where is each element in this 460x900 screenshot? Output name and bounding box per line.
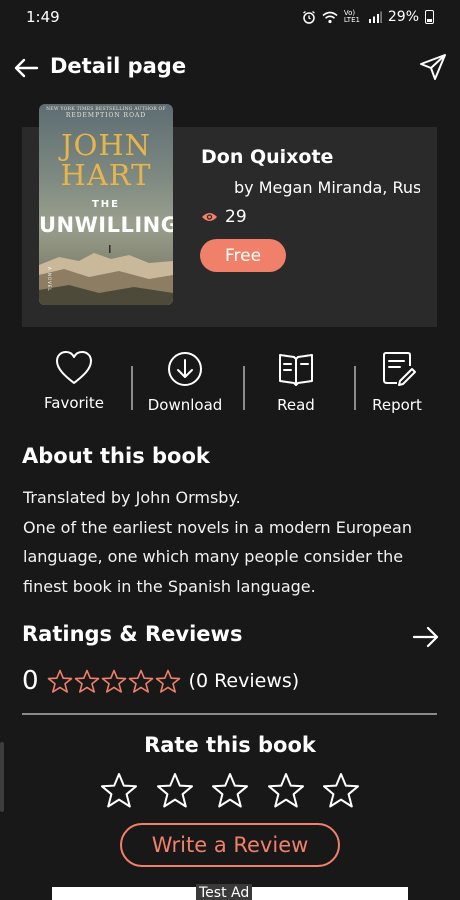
cover-author-first: JOHN — [60, 128, 152, 162]
battery-percent: 29% — [387, 9, 419, 25]
star-outline-icon — [74, 669, 99, 693]
cover-title: UNWILLING — [39, 213, 173, 237]
alarm-icon — [302, 10, 315, 24]
download-icon — [168, 352, 202, 386]
star-outline-icon — [155, 669, 180, 693]
book-open-icon — [279, 354, 313, 386]
rate-star-4[interactable] — [267, 772, 305, 810]
page-title: Detail page — [50, 54, 187, 78]
ratings-more-button[interactable] — [412, 623, 440, 651]
rate-star-1[interactable] — [100, 772, 138, 810]
cover-tagline: NEW YORK TIMES BESTSELLING AUTHOR OF RED… — [39, 107, 173, 119]
rating-value: 0 — [22, 666, 39, 696]
status-icons: Vo) LTE1 29% — [302, 9, 434, 25]
share-button[interactable] — [416, 50, 450, 84]
action-divider — [131, 366, 133, 410]
section-divider — [22, 713, 437, 715]
rate-stars — [100, 772, 360, 812]
report-label: Report — [372, 396, 422, 414]
action-divider — [243, 366, 245, 410]
review-count: (0 Reviews) — [188, 670, 300, 692]
back-button[interactable] — [12, 54, 40, 82]
view-count: 29 — [201, 207, 247, 227]
download-label: Download — [147, 396, 223, 414]
star-outline-icon — [101, 669, 126, 693]
arrow-left-icon — [14, 58, 39, 78]
action-bar: Favorite Download Read Report — [22, 350, 437, 430]
battery-icon — [425, 10, 434, 24]
rating-stars — [47, 669, 181, 694]
book-cover[interactable]: NEW YORK TIMES BESTSELLING AUTHOR OF RED… — [39, 104, 173, 305]
write-review-button[interactable]: Write a Review — [120, 823, 340, 867]
about-line: finest book in the Spanish language. — [23, 576, 316, 596]
signal-icon — [368, 11, 382, 23]
rating-summary: 0 (0 Reviews) — [22, 666, 299, 696]
status-time: 1:49 — [26, 8, 60, 26]
about-heading: About this book — [22, 444, 210, 468]
favorite-label: Favorite — [44, 394, 104, 412]
about-line: One of the earliest novels in a modern E… — [23, 517, 412, 537]
view-count-value: 29 — [225, 207, 247, 227]
read-button[interactable]: Read — [246, 350, 346, 426]
send-icon — [420, 54, 446, 80]
star-outline-icon — [47, 669, 72, 693]
app-header: Detail page — [0, 46, 460, 90]
eye-icon — [202, 213, 217, 221]
book-title: Don Quixote — [201, 146, 334, 168]
network-label: Vo) LTE1 — [343, 9, 360, 24]
price-button[interactable]: Free — [200, 239, 286, 272]
download-button[interactable]: Download — [135, 350, 235, 426]
read-label: Read — [277, 396, 315, 414]
cover-tagline-line-2: REDEMPTION ROAD — [65, 112, 147, 119]
cover-novel-label: A NOVEL — [47, 267, 52, 292]
heart-icon — [56, 351, 92, 384]
status-bar: 1:49 Vo) LTE1 29% — [0, 0, 460, 34]
rate-star-5[interactable] — [322, 772, 360, 810]
rate-star-3[interactable] — [211, 772, 249, 810]
report-button[interactable]: Report — [347, 350, 447, 426]
cover-author-last: HART — [60, 158, 152, 192]
report-icon — [383, 352, 416, 386]
ad-label: Test Ad — [196, 884, 253, 900]
wifi-icon — [322, 11, 338, 23]
cover-title-article: THE — [91, 199, 121, 210]
about-line: language, one which many people consider… — [23, 547, 404, 566]
book-author: by Megan Miranda, Rus — [234, 178, 420, 197]
rate-heading: Rate this book — [144, 733, 316, 757]
about-line: Translated by John Ormsby. — [23, 488, 241, 507]
rate-star-2[interactable] — [156, 772, 194, 810]
arrow-right-icon — [412, 626, 439, 648]
star-outline-icon — [128, 669, 153, 693]
favorite-button[interactable]: Favorite — [24, 350, 124, 426]
scroll-indicator[interactable] — [0, 742, 4, 812]
cover-cliff-image — [39, 245, 173, 305]
about-description: Translated by John Ormsby. One of the ea… — [23, 483, 423, 601]
ratings-heading: Ratings & Reviews — [22, 622, 243, 646]
